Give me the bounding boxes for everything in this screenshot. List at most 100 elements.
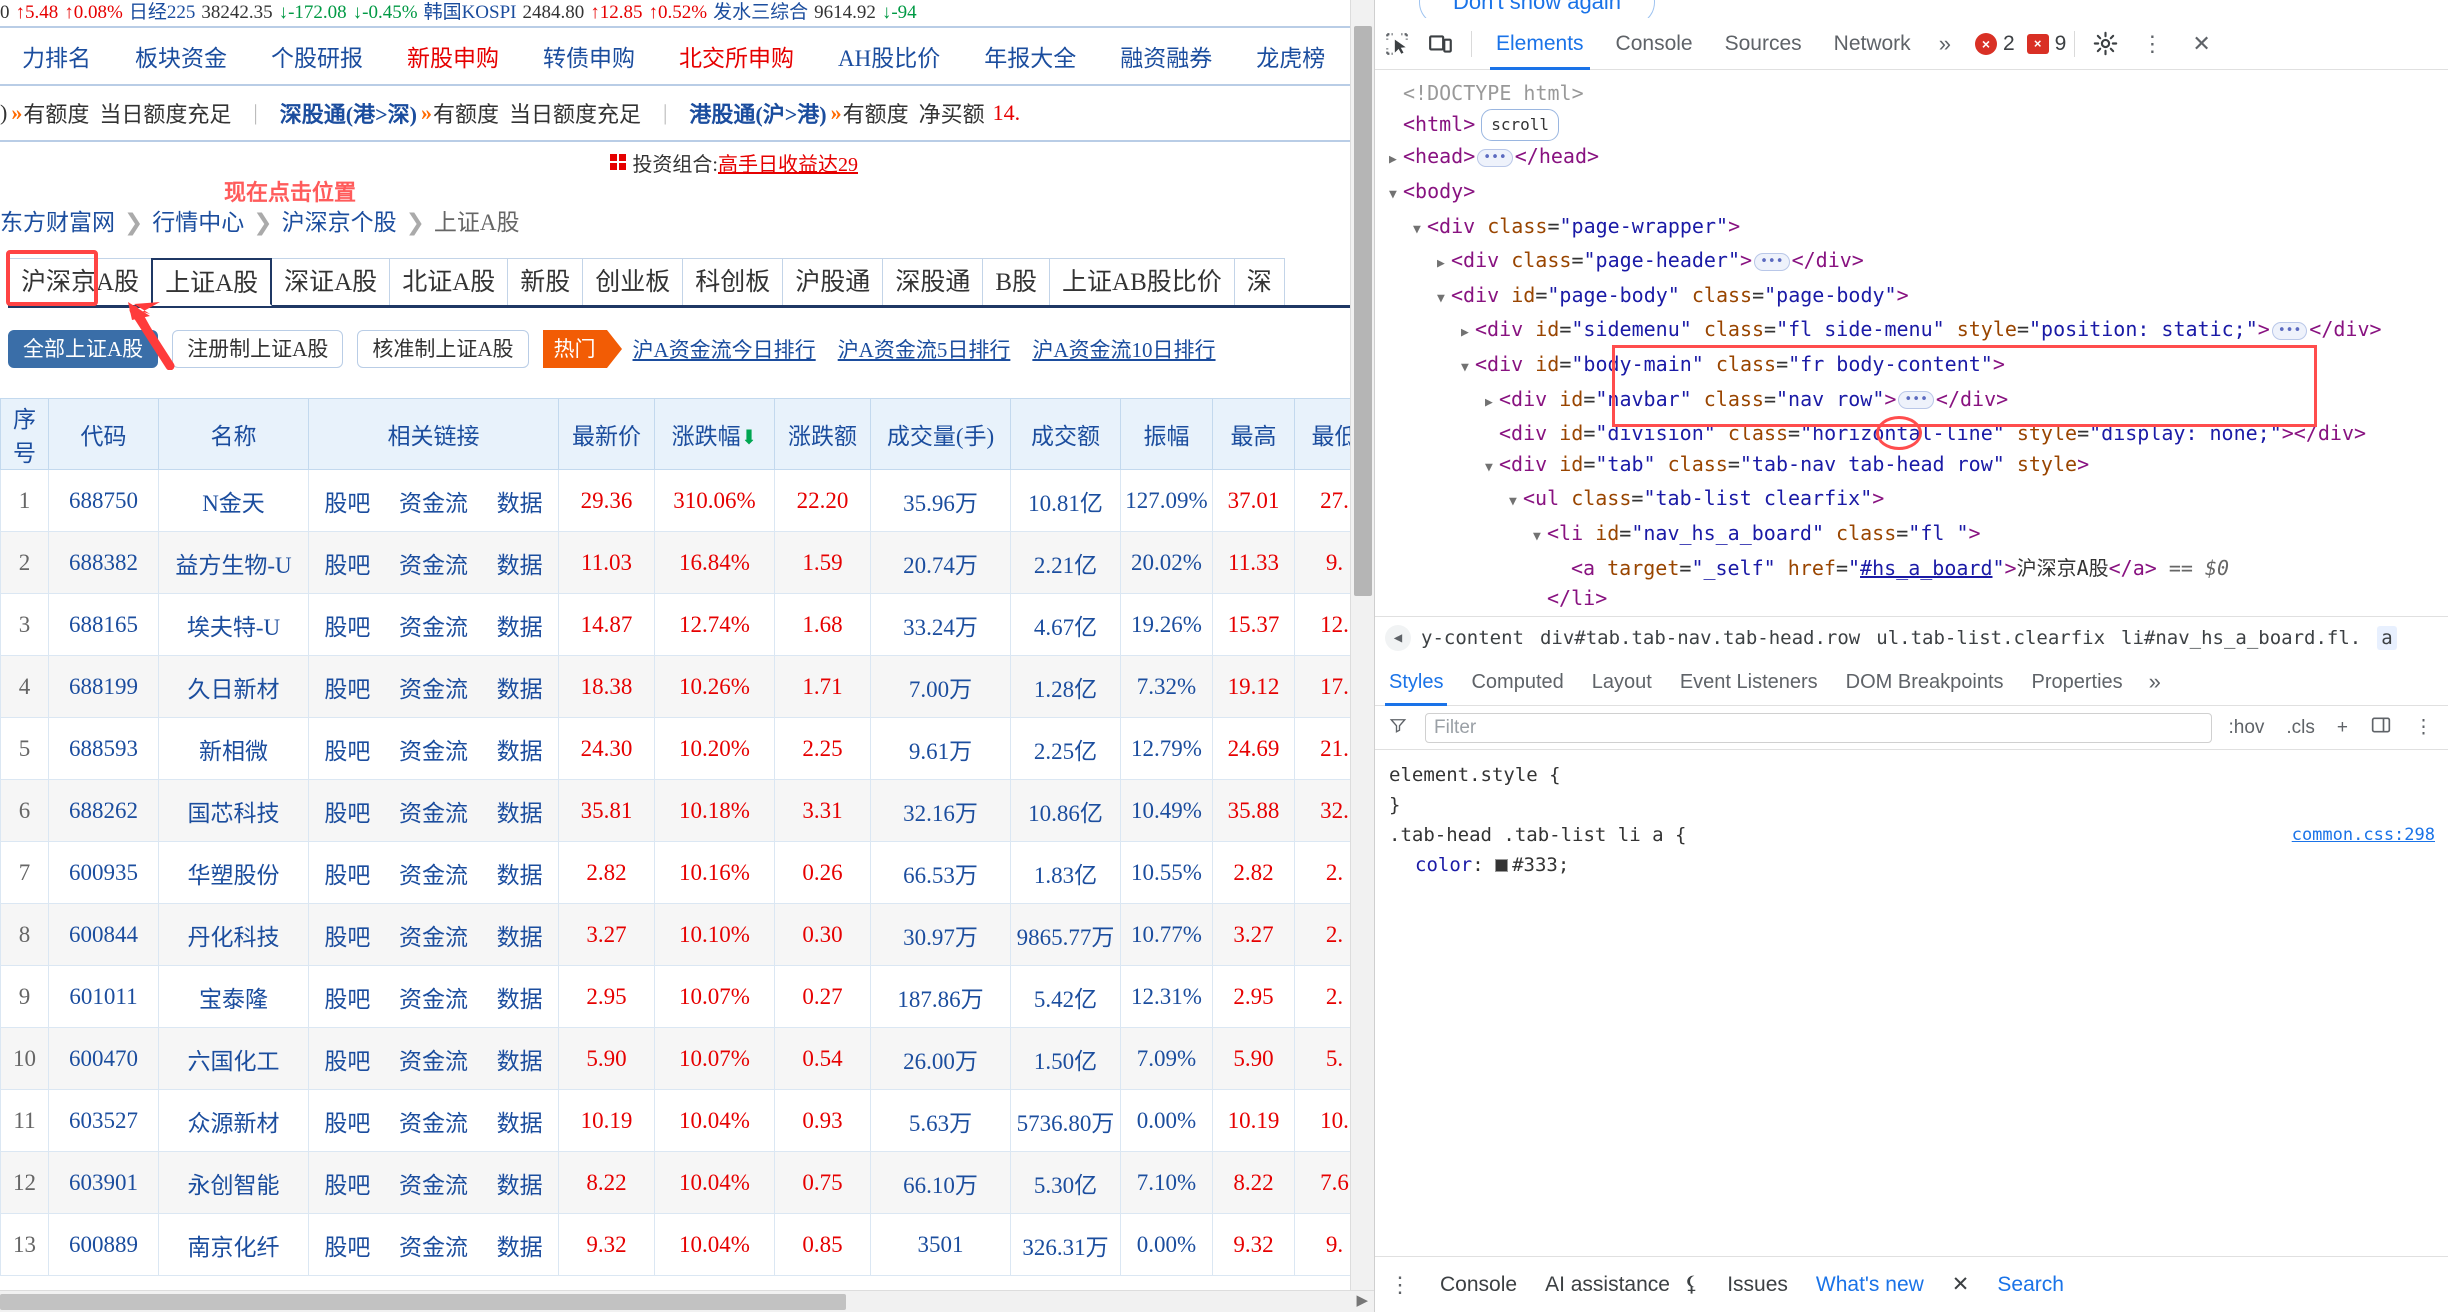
- expand-triangle-icon[interactable]: ▼: [1485, 453, 1499, 484]
- expand-triangle-icon[interactable]: ▼: [1509, 487, 1523, 518]
- more-vertical-icon[interactable]: ⋮: [2127, 31, 2178, 57]
- nav-link-5[interactable]: 北交所申购: [657, 39, 816, 73]
- table-row[interactable]: 4 688199 久日新材 股吧 资金流 数据 18.38 10.26% 1.71 7.00万 1.…: [0, 655, 1374, 718]
- devtools-tab-console[interactable]: Console: [1600, 18, 1709, 70]
- dom-tree[interactable]: <!DOCTYPE html> <html> scroll ▶ <head> ••• </h…: [1375, 70, 2448, 616]
- dom-node-line-7[interactable]: ▶ <div id="sidemenu" class="fl side-menu"…: [1375, 314, 2448, 349]
- related-link-1[interactable]: 资金流: [399, 1166, 468, 1200]
- related-link-1[interactable]: 资金流: [399, 856, 468, 890]
- fund-flow-link-1[interactable]: 沪A资金流5日排行: [838, 334, 1011, 364]
- table-row[interactable]: 9 601011 宝泰隆 股吧 资金流 数据 2.95 10.07% 0.27 187.86万 5.…: [0, 965, 1374, 1028]
- table-row[interactable]: 6 688262 国芯科技 股吧 资金流 数据 35.81 10.18% 3.31 32.16万 1…: [0, 779, 1374, 842]
- board-tab-4[interactable]: 新股: [507, 258, 584, 306]
- device-toolbar-icon[interactable]: [1419, 24, 1463, 64]
- related-link-2[interactable]: 数据: [497, 980, 543, 1014]
- computed-sidebar-toggle-icon[interactable]: [2364, 715, 2398, 741]
- dom-node-line-11[interactable]: ▼ <div id="tab" class="tab-nav tab-head r…: [1375, 449, 2448, 484]
- gear-icon[interactable]: [2083, 24, 2127, 64]
- nav-link-0[interactable]: 力排名: [0, 39, 113, 73]
- board-tab-2[interactable]: 深证A股: [271, 258, 391, 306]
- styles-filter-input[interactable]: Filter: [1425, 712, 2213, 743]
- table-row[interactable]: 10 600470 六国化工 股吧 资金流 数据 5.90 10.07% 0.54 26.00万 1…: [0, 1027, 1374, 1090]
- breadcrumb-node-3[interactable]: li#nav_hs_a_board.fl.: [2121, 627, 2361, 649]
- dom-node-line-14[interactable]: <a target="_self" href="#hs_a_board">沪深京…: [1375, 553, 2448, 584]
- inspect-element-icon[interactable]: [1375, 24, 1419, 64]
- expand-triangle-icon[interactable]: ▶: [1389, 145, 1403, 176]
- related-link-2[interactable]: 数据: [497, 484, 543, 518]
- board-tab-10[interactable]: 上证AB股比价: [1049, 258, 1235, 306]
- related-link-2[interactable]: 数据: [497, 608, 543, 642]
- nav-link-8[interactable]: 融资融券: [1098, 39, 1234, 73]
- page-vertical-scrollbar[interactable]: [1350, 0, 1374, 1312]
- board-tab-8[interactable]: 深股通: [882, 258, 984, 306]
- nav-link-2[interactable]: 个股研报: [249, 39, 385, 73]
- column-header-7[interactable]: 成交量(手): [870, 398, 1011, 470]
- column-header-2[interactable]: 名称: [158, 398, 309, 470]
- board-tab-6[interactable]: 科创板: [682, 258, 784, 306]
- hov-button[interactable]: :hov: [2222, 717, 2270, 739]
- dom-node-line-15[interactable]: </li>: [1375, 583, 2448, 614]
- scrollbar-thumb[interactable]: [1354, 26, 1372, 596]
- related-link-1[interactable]: 资金流: [399, 484, 468, 518]
- dom-node-line-6[interactable]: ▼ <div id="page-body" class="page-body">: [1375, 280, 2448, 315]
- related-link-0[interactable]: 股吧: [324, 794, 370, 828]
- nav-link-3[interactable]: 新股申购: [385, 39, 521, 73]
- column-header-8[interactable]: 成交额: [1010, 398, 1121, 470]
- column-header-3[interactable]: 相关链接: [308, 398, 559, 470]
- more-sidebar-tabs-icon[interactable]: »: [2137, 669, 2173, 695]
- scroll-right-arrow-icon[interactable]: ▶: [1356, 1293, 1368, 1309]
- sidebar-tab-dom-breakpoints[interactable]: DOM Breakpoints: [1832, 658, 2018, 706]
- dom-node-line-0[interactable]: <!DOCTYPE html>: [1375, 78, 2448, 109]
- breadcrumb-node-1[interactable]: div#tab.tab-nav.tab-head.row: [1540, 627, 1860, 649]
- board-tab-list[interactable]: 沪深京A股 上证A股 深证A股 北证A股 新股 创业板 科创板 沪股通 深股通 B股 上证AB股比价…: [8, 258, 1285, 306]
- hot-badge[interactable]: 热门: [542, 330, 622, 368]
- devtools-tab-network[interactable]: Network: [1818, 18, 1927, 70]
- column-header-0[interactable]: 序号: [0, 398, 49, 470]
- expand-triangle-icon[interactable]: ▶: [1437, 249, 1451, 280]
- related-link-2[interactable]: 数据: [497, 794, 543, 828]
- hscrollbar-thumb[interactable]: [0, 1294, 846, 1310]
- related-link-0[interactable]: 股吧: [324, 1166, 370, 1200]
- nav-link-9[interactable]: 龙虎榜: [1234, 39, 1347, 73]
- board-tab-0[interactable]: 沪深京A股: [8, 258, 153, 306]
- nav-link-4[interactable]: 转债申购: [521, 39, 657, 73]
- warning-count-badge[interactable]: × 9: [2026, 32, 2066, 56]
- related-link-1[interactable]: 资金流: [399, 1228, 468, 1262]
- css-source-link[interactable]: common.css:298: [2292, 820, 2435, 850]
- dom-node-line-5[interactable]: ▶ <div class="page-header"> ••• </div>: [1375, 245, 2448, 280]
- css-declaration-0[interactable]: color: #333;: [1389, 850, 2435, 880]
- related-link-0[interactable]: 股吧: [324, 1228, 370, 1262]
- related-link-2[interactable]: 数据: [497, 1228, 543, 1262]
- table-row[interactable]: 12 603901 永创智能 股吧 资金流 数据 8.22 10.04% 0.75 66.10万 5…: [0, 1151, 1374, 1214]
- devtools-tab-elements[interactable]: Elements: [1480, 18, 1600, 70]
- expand-triangle-icon[interactable]: ▼: [1461, 353, 1475, 384]
- css-rule-selector-1[interactable]: .tab-head .tab-list li a {common.css:298: [1389, 820, 2435, 850]
- expand-triangle-icon[interactable]: ▶: [1485, 388, 1499, 419]
- nav-link-6[interactable]: AH股比价: [816, 39, 962, 73]
- table-row[interactable]: 3 688165 埃夫特-U 股吧 资金流 数据 14.87 12.74% 1.68 33.24万…: [0, 593, 1374, 656]
- drawer-tab-search[interactable]: Search: [1983, 1273, 2078, 1297]
- related-link-0[interactable]: 股吧: [324, 732, 370, 766]
- column-header-4[interactable]: 最新价: [558, 398, 655, 470]
- column-header-6[interactable]: 涨跌额: [774, 398, 871, 470]
- fund-flow-link-2[interactable]: 沪A资金流10日排行: [1032, 334, 1215, 364]
- drawer-close-icon[interactable]: ✕: [1938, 1272, 1984, 1297]
- dom-node-line-4[interactable]: ▼ <div class="page-wrapper">: [1375, 211, 2448, 246]
- expand-triangle-icon[interactable]: ▶: [1461, 318, 1475, 349]
- nav-link-1[interactable]: 板块资金: [113, 39, 249, 73]
- related-link-1[interactable]: 资金流: [399, 546, 468, 580]
- table-row[interactable]: 2 688382 益方生物-U 股吧 资金流 数据 11.03 16.84% 1.59 20.74…: [0, 531, 1374, 594]
- related-link-0[interactable]: 股吧: [324, 1042, 370, 1076]
- expand-triangle-icon[interactable]: ▼: [1437, 284, 1451, 315]
- sidebar-tab-layout[interactable]: Layout: [1578, 658, 1666, 706]
- table-row[interactable]: 1 688750 N金天 股吧 资金流 数据 29.36 310.06% 22.20 35.96万…: [0, 469, 1374, 532]
- sidebar-tab-event-listeners[interactable]: Event Listeners: [1666, 658, 1832, 706]
- expand-triangle-icon[interactable]: ▼: [1389, 180, 1403, 211]
- drawer-tab-ai-assistance[interactable]: AI assistance ⚸: [1531, 1272, 1713, 1297]
- board-tab-11[interactable]: 深: [1233, 258, 1285, 306]
- related-link-0[interactable]: 股吧: [324, 918, 370, 952]
- related-link-0[interactable]: 股吧: [324, 484, 370, 518]
- column-header-10[interactable]: 最高: [1212, 398, 1295, 470]
- breadcrumb-node-2[interactable]: ul.tab-list.clearfix: [1876, 627, 2105, 649]
- fund-flow-link-0[interactable]: 沪A资金流今日排行: [633, 334, 816, 364]
